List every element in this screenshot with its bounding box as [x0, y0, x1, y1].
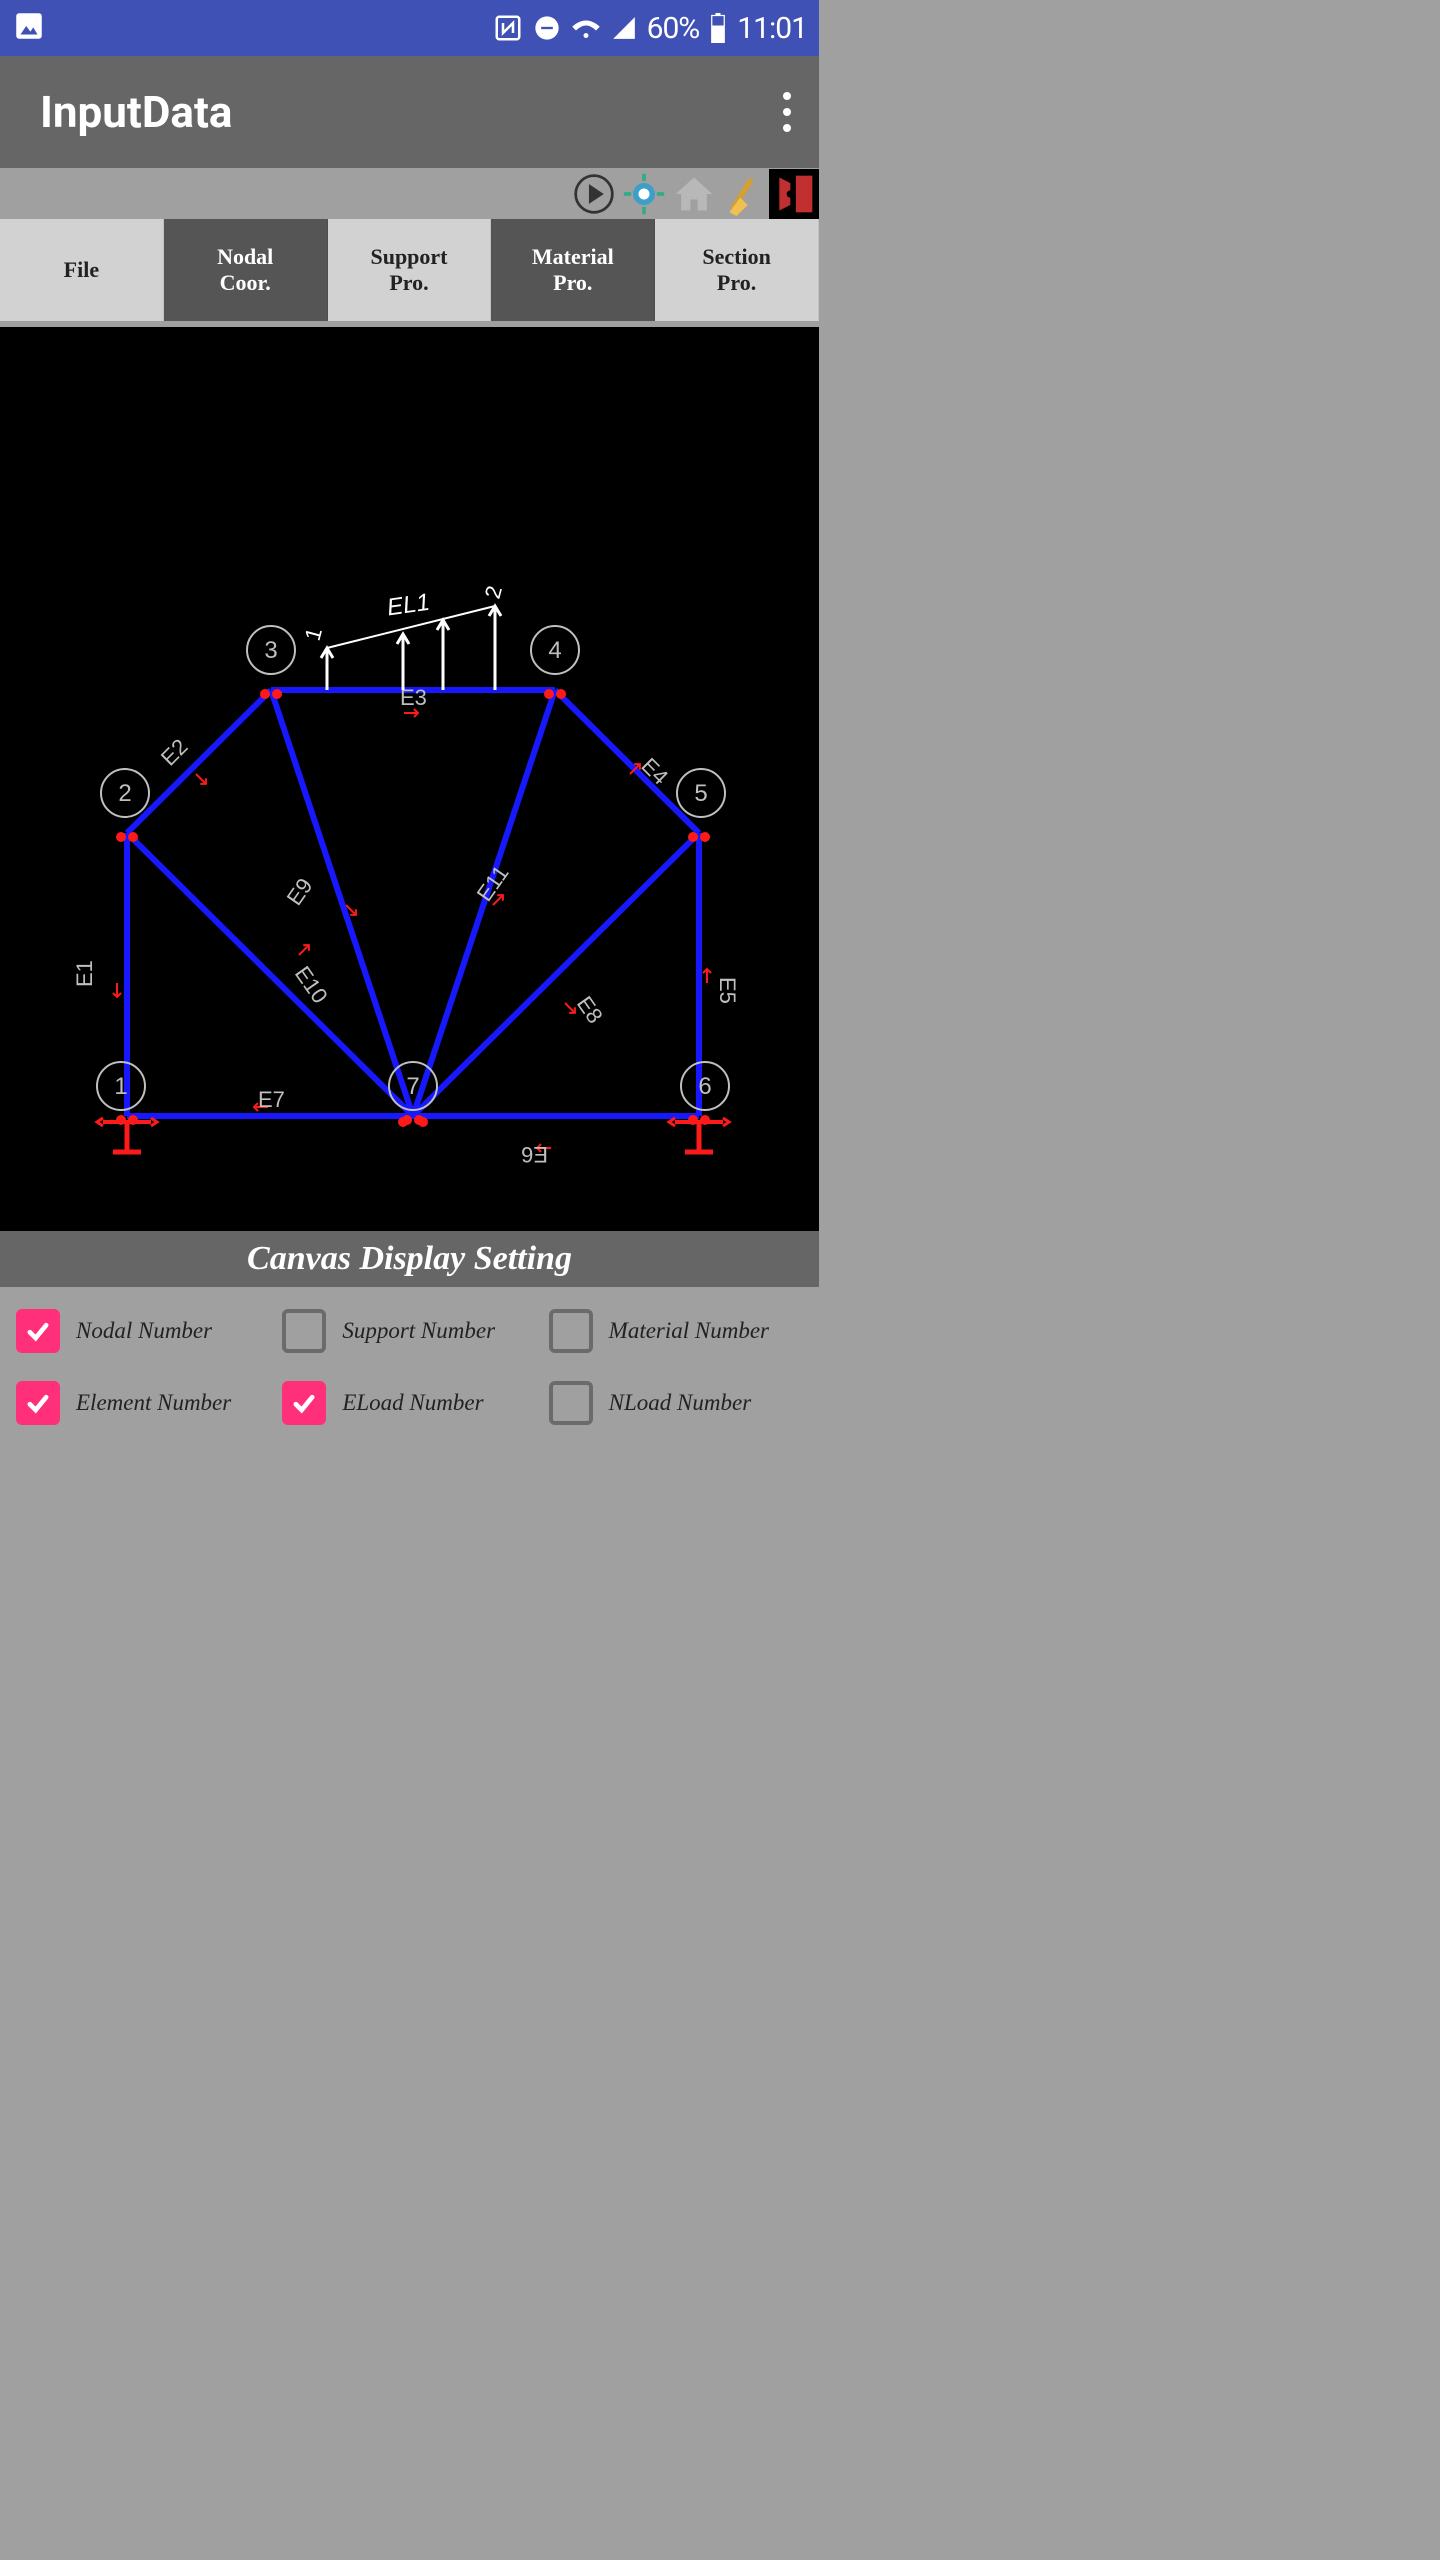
- svg-text:EL1: EL1: [385, 589, 431, 622]
- checkbox-label: Material Number: [609, 1318, 769, 1344]
- svg-text:3: 3: [264, 637, 277, 664]
- tab-support-pro-label: SupportPro.: [370, 244, 447, 296]
- tab-support-pro[interactable]: SupportPro.: [328, 219, 492, 321]
- android-status-bar: 60% 11:01: [0, 0, 819, 56]
- overflow-menu-icon[interactable]: [783, 92, 791, 132]
- broom-icon[interactable]: [719, 169, 769, 219]
- wifi-icon: [571, 13, 601, 43]
- settings-header: Canvas Display Setting: [0, 1231, 819, 1287]
- truss-diagram: E1E2E3E4E5E6E7E8E9E10E11EL1121234567: [0, 327, 819, 1231]
- svg-text:5: 5: [694, 780, 707, 807]
- app-title: InputData: [40, 86, 232, 138]
- svg-text:1: 1: [114, 1073, 127, 1100]
- svg-text:7: 7: [406, 1073, 419, 1100]
- svg-text:4: 4: [548, 637, 561, 664]
- tab-file[interactable]: File: [0, 219, 164, 321]
- action-toolbar: [0, 168, 819, 219]
- tab-nodal-coor[interactable]: NodalCoor.: [164, 219, 328, 321]
- svg-text:E11: E11: [472, 861, 514, 906]
- checkbox-label: Support Number: [342, 1318, 495, 1344]
- dnd-icon: [533, 14, 561, 42]
- tab-file-label: File: [64, 257, 99, 283]
- svg-text:E8: E8: [572, 992, 608, 1028]
- checkbox-element-number[interactable]: Element Number: [10, 1371, 276, 1435]
- structure-canvas[interactable]: E1E2E3E4E5E6E7E8E9E10E11EL1121234567: [0, 327, 819, 1231]
- photo-icon: [12, 9, 46, 47]
- clock: 11:01: [737, 11, 807, 46]
- tab-material-pro[interactable]: MaterialPro.: [491, 219, 655, 321]
- svg-text:2: 2: [480, 583, 507, 601]
- checkbox-nload-number[interactable]: NLoad Number: [543, 1371, 809, 1435]
- app-bar: InputData: [0, 56, 819, 168]
- exit-icon[interactable]: [769, 169, 819, 219]
- svg-text:E2: E2: [156, 734, 193, 771]
- home-icon[interactable]: [669, 169, 719, 219]
- svg-text:6: 6: [698, 1073, 711, 1100]
- nfc-icon: [493, 13, 523, 43]
- svg-text:E7: E7: [258, 1087, 285, 1112]
- checkbox-label: ELoad Number: [342, 1390, 483, 1416]
- checkbox-label: NLoad Number: [609, 1390, 752, 1416]
- gear-icon[interactable]: [619, 169, 669, 219]
- tab-section-pro-label: SectionPro.: [702, 244, 770, 296]
- settings-grid: Nodal Number Support Number Material Numbe…: [0, 1287, 819, 1447]
- checkbox-label: Element Number: [76, 1390, 231, 1416]
- play-icon[interactable]: [569, 169, 619, 219]
- checkbox-eload-number[interactable]: ELoad Number: [276, 1371, 542, 1435]
- tab-material-pro-label: MaterialPro.: [532, 244, 614, 296]
- checkbox-material-number[interactable]: Material Number: [543, 1299, 809, 1363]
- checkbox-support-number[interactable]: Support Number: [276, 1299, 542, 1363]
- tab-section-pro[interactable]: SectionPro.: [655, 219, 819, 321]
- battery-percentage: 60%: [647, 11, 700, 46]
- svg-text:E4: E4: [636, 753, 673, 790]
- tab-nodal-coor-label: NodalCoor.: [217, 244, 273, 296]
- checkbox-label: Nodal Number: [76, 1318, 212, 1344]
- battery-icon: [709, 13, 727, 43]
- svg-text:E5: E5: [715, 977, 740, 1004]
- svg-text:1: 1: [300, 625, 327, 643]
- svg-text:2: 2: [118, 780, 131, 807]
- tabs: File NodalCoor. SupportPro. MaterialPro.…: [0, 219, 819, 321]
- signal-icon: [611, 15, 637, 41]
- svg-text:E9: E9: [282, 873, 318, 909]
- checkbox-nodal-number[interactable]: Nodal Number: [10, 1299, 276, 1363]
- svg-text:E6: E6: [521, 1142, 548, 1167]
- svg-text:E1: E1: [72, 960, 97, 987]
